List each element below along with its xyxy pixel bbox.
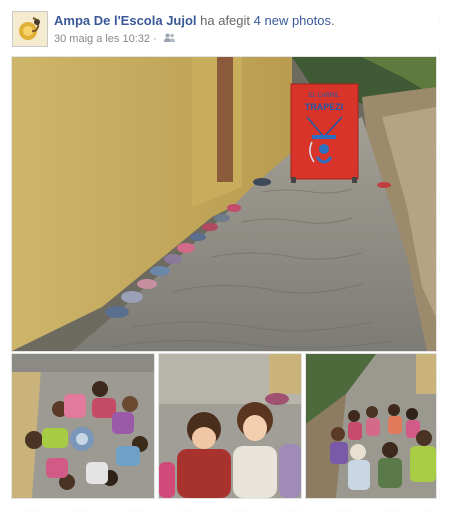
page-avatar[interactable] bbox=[12, 11, 48, 47]
friends-icon[interactable] bbox=[163, 33, 175, 45]
action-text: ha afegit bbox=[196, 13, 254, 28]
avatar-logo-icon bbox=[13, 12, 47, 46]
post-timestamp[interactable]: 30 maig a les 10:32 bbox=[54, 33, 150, 45]
title-period: . bbox=[330, 13, 335, 28]
main-photo[interactable]: EL CARRIL TRAPEZI bbox=[11, 56, 437, 352]
photo-thumbnail-3[interactable] bbox=[305, 353, 437, 499]
sign-text-line1: EL CARRIL bbox=[309, 93, 340, 99]
photo-thumbnail-1[interactable] bbox=[11, 353, 155, 499]
poster-name-link[interactable]: Ampa De l'Escola Jujol bbox=[54, 13, 197, 28]
sign-text-line2: TRAPEZI bbox=[305, 102, 344, 112]
photo-post-card: Ampa De l'Escola Jujol ha afegit 4 new p… bbox=[4, 3, 440, 511]
post-meta-line: 30 maig a les 10:32 · bbox=[54, 33, 175, 45]
post-header: Ampa De l'Escola Jujol ha afegit 4 new p… bbox=[12, 11, 432, 51]
new-photos-link[interactable]: 4 new photos bbox=[254, 13, 331, 28]
post-title-line: Ampa De l'Escola Jujol ha afegit 4 new p… bbox=[54, 13, 335, 28]
photo-thumbnail-2[interactable] bbox=[158, 353, 302, 499]
meta-separator: · bbox=[150, 33, 160, 45]
